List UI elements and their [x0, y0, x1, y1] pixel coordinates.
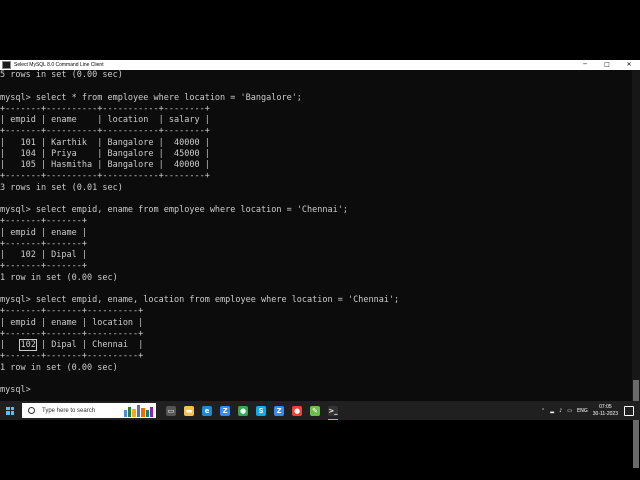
start-button[interactable]	[0, 401, 20, 420]
taskbar-search[interactable]: Type here to search	[22, 403, 156, 418]
text-selection: 102	[19, 339, 37, 351]
language-indicator[interactable]: ENG	[577, 408, 588, 414]
notepad-icon: ✎	[310, 405, 320, 416]
taskbar-app-button[interactable]: Z	[270, 401, 288, 420]
search-placeholder: Type here to search	[42, 407, 96, 414]
maximize-button[interactable]: □	[596, 60, 618, 70]
notification-icon[interactable]	[624, 405, 634, 416]
console-line: | 102 | Dipal |	[0, 250, 87, 260]
chevron-up-icon[interactable]: ⌃	[541, 408, 545, 414]
network-icon[interactable]: ▂	[550, 408, 554, 414]
console-line: +-------+-------+----------+	[0, 306, 144, 317]
close-button[interactable]: ✕	[618, 60, 640, 70]
console-line: | 104 | Priya | Bangalore | 45000 |	[0, 148, 210, 159]
console-command-line: mysql>	[0, 385, 36, 395]
console-line: | empid | ename | location |	[0, 317, 144, 328]
clock-date: 30-11-2023	[592, 410, 618, 417]
taskbar-app-button[interactable]: ▭	[162, 401, 180, 420]
console-line: +-------+-------+	[0, 261, 87, 272]
chrome-profile-icon: ●	[292, 405, 302, 416]
console-command-line: mysql> select * from employee where loca…	[0, 92, 302, 103]
console-line: | 101 | Karthik | Bangalore | 40000 |	[0, 137, 210, 148]
taskbar-app-button[interactable]: ●	[288, 401, 306, 420]
console-line: +-------+-------+	[0, 238, 87, 249]
file-explorer-icon: ▬	[184, 405, 194, 416]
console-line: 1 row in set (0.00 sec)	[0, 272, 118, 283]
zoom-icon-2: Z	[274, 405, 284, 416]
taskbar-app-button[interactable]: Z	[216, 401, 234, 420]
console-line: | empid | ename | location | salary |	[0, 115, 210, 125]
console-app-icon	[2, 61, 11, 69]
minimize-button[interactable]: ─	[574, 60, 596, 70]
taskbar-app-button[interactable]: >_	[324, 401, 342, 420]
windows-logo-icon	[6, 406, 14, 415]
task-view-icon: ▭	[166, 405, 176, 416]
console-line: 5 rows in set (0.00 sec)	[0, 70, 123, 80]
title-bar[interactable]: Select MySQL 8.0 Command Line Client ─ □…	[0, 60, 640, 70]
edge-icon: e	[202, 405, 212, 416]
chrome-icon: ●	[238, 405, 248, 416]
console-line: +-------+-------+	[0, 216, 87, 227]
console-line: +-------+----------+-----------+--------…	[0, 126, 210, 137]
window-title: Select MySQL 8.0 Command Line Client	[14, 62, 104, 68]
search-icon	[28, 407, 35, 414]
console-line: | empid | ename |	[0, 227, 87, 238]
console-line: 3 rows in set (0.01 sec)	[0, 182, 123, 193]
clock-time: 07:05	[599, 403, 612, 410]
console-line: +-------+-------+----------+	[0, 351, 144, 362]
console-command-line: mysql> select empid, ename, location fro…	[0, 295, 400, 305]
skype-icon: S	[256, 405, 266, 416]
taskbar-app-button[interactable]: ✎	[306, 401, 324, 420]
console-output[interactable]: 5 rows in set (0.00 sec) mysql> select * …	[0, 70, 632, 401]
battery-icon[interactable]: ▭	[567, 408, 572, 414]
taskbar-app-button[interactable]: ▬	[180, 401, 198, 420]
taskbar: Type here to search ▭ ▬ e Z ● S Z ● ✎ >_ ⌃ ▂ ♪ ▭ …	[0, 401, 640, 420]
scrollbar-thumb[interactable]	[633, 380, 639, 468]
console-command-line: mysql> select empid, ename from employee…	[0, 205, 348, 215]
volume-icon[interactable]: ♪	[559, 408, 562, 414]
search-highlight-icon	[124, 405, 153, 417]
console-line: | 102 | Dipal | Chennai |	[0, 339, 144, 351]
console-line: | 105 | Hasmitha | Bangalore | 40000 |	[0, 160, 210, 170]
console-line: 1 row in set (0.00 sec)	[0, 362, 118, 373]
console-line: +-------+----------+-----------+--------…	[0, 171, 210, 182]
vertical-scrollbar[interactable]	[632, 70, 640, 468]
taskbar-app-button[interactable]: ●	[234, 401, 252, 420]
clock[interactable]: 07:05 30-11-2023	[593, 404, 618, 418]
console-line: +-------+----------+-----------+--------…	[0, 103, 210, 114]
terminal-icon: >_	[328, 405, 338, 416]
taskbar-app-button[interactable]: S	[252, 401, 270, 420]
taskbar-app-button[interactable]: e	[198, 401, 216, 420]
zoom-icon: Z	[220, 405, 230, 416]
system-tray: ⌃ ▂ ♪ ▭ ENG 07:05 30-11-2023	[541, 401, 640, 420]
console-line: +-------+-------+----------+	[0, 328, 144, 339]
